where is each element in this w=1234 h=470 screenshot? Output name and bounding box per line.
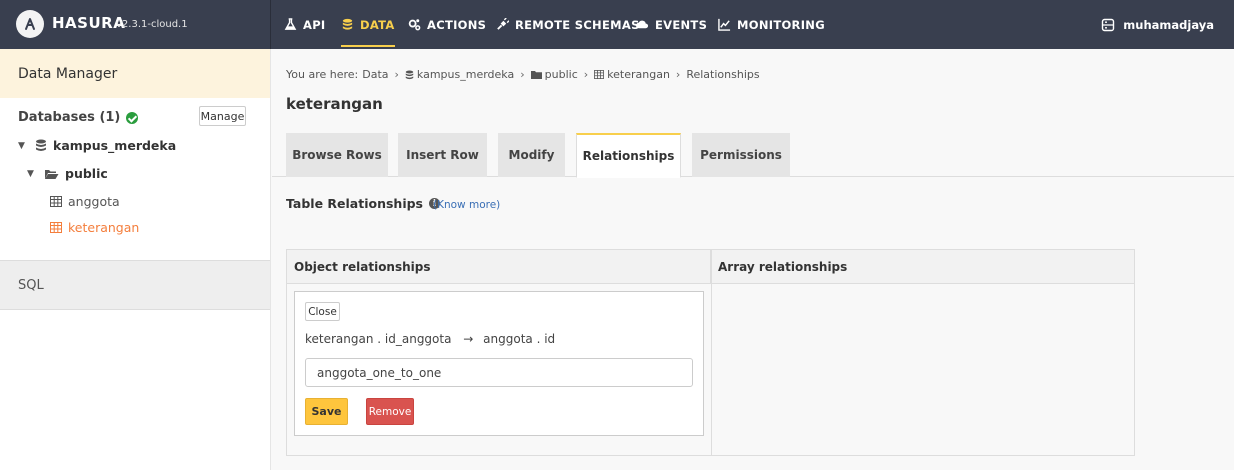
schema-name: public bbox=[65, 166, 108, 181]
arrow-right-icon: → bbox=[463, 332, 474, 346]
sql-link[interactable]: SQL bbox=[0, 260, 270, 310]
tree-item-schema[interactable]: ▼ public bbox=[27, 166, 108, 181]
nav-data[interactable]: DATA bbox=[341, 0, 395, 49]
plug-icon bbox=[497, 18, 509, 30]
tab-browse-rows[interactable]: Browse Rows bbox=[286, 133, 388, 177]
main-content: You are here: Data › kampus_merdeka › pu… bbox=[272, 49, 1234, 470]
nav-remote-schemas[interactable]: REMOTE SCHEMAS bbox=[496, 0, 640, 49]
mapping-from: keterangan . id_anggota bbox=[305, 332, 452, 346]
mapping-to: anggota . id bbox=[483, 332, 556, 346]
chevron-right-icon: › bbox=[675, 68, 681, 81]
brand-version: v2.3.1-cloud.1 bbox=[116, 19, 188, 30]
check-circle-icon bbox=[126, 111, 139, 124]
tab-modify[interactable]: Modify bbox=[498, 133, 565, 177]
brand[interactable]: HASURA v2.3.1-cloud.1 bbox=[0, 0, 271, 49]
chevron-down-icon: ▼ bbox=[27, 168, 34, 179]
top-navbar: HASURA v2.3.1-cloud.1 API DATA ACTIONS R… bbox=[0, 0, 1234, 49]
nav-remote-schemas-label: REMOTE SCHEMAS bbox=[515, 17, 640, 32]
know-more-link[interactable]: (Know more) bbox=[433, 199, 500, 211]
folder-icon bbox=[530, 71, 542, 79]
cogs-icon bbox=[408, 19, 421, 31]
table-relationships-heading: Table Relationships i bbox=[286, 196, 440, 211]
chevron-right-icon: › bbox=[394, 68, 399, 81]
breadcrumb-schema[interactable]: public bbox=[545, 68, 578, 81]
array-relationships-header: Array relationships bbox=[711, 250, 1134, 284]
save-button[interactable]: Save bbox=[305, 398, 348, 425]
section-title: Table Relationships bbox=[286, 196, 423, 211]
object-relationships-header: Object relationships bbox=[287, 250, 711, 284]
relationship-editor: Close keterangan . id_anggota → anggota … bbox=[294, 291, 704, 436]
nav-monitoring[interactable]: MONITORING bbox=[718, 0, 825, 49]
nav-data-label: DATA bbox=[360, 17, 395, 32]
cloud-icon bbox=[636, 20, 649, 29]
databases-label: Databases (1) bbox=[18, 110, 121, 125]
table-icon bbox=[50, 222, 62, 233]
nav-actions-label: ACTIONS bbox=[427, 17, 487, 32]
database-icon bbox=[405, 70, 414, 79]
nav-monitoring-label: MONITORING bbox=[737, 17, 825, 32]
breadcrumb-table[interactable]: keterangan bbox=[607, 68, 670, 81]
database-icon bbox=[342, 18, 353, 30]
tree-item-database[interactable]: ▼ kampus_merdeka bbox=[18, 138, 176, 153]
breadcrumb-current: Relationships bbox=[686, 68, 760, 81]
nav-actions[interactable]: ACTIONS bbox=[408, 0, 486, 49]
breadcrumb-database[interactable]: kampus_merdeka bbox=[417, 68, 514, 81]
table-name: keterangan bbox=[68, 220, 140, 235]
tab-permissions[interactable]: Permissions bbox=[692, 133, 790, 177]
page-title: keterangan bbox=[286, 95, 383, 113]
manage-button[interactable]: Manage bbox=[199, 106, 246, 126]
nav-api[interactable]: API bbox=[284, 0, 326, 49]
username: muhamadjaya bbox=[1123, 17, 1214, 32]
hasura-logo-icon bbox=[16, 10, 44, 38]
user-menu[interactable]: muhamadjaya bbox=[1101, 0, 1214, 49]
folder-open-icon bbox=[45, 169, 59, 179]
chevron-right-icon: › bbox=[583, 68, 589, 81]
table-icon bbox=[594, 70, 605, 79]
tab-relationships[interactable]: Relationships bbox=[576, 133, 681, 178]
nav-events[interactable]: EVENTS bbox=[636, 0, 707, 49]
chevron-down-icon: ▼ bbox=[18, 140, 25, 151]
breadcrumb: You are here: Data › kampus_merdeka › pu… bbox=[286, 68, 760, 81]
chevron-right-icon: › bbox=[520, 68, 525, 81]
relationships-table: Object relationships Array relationships… bbox=[286, 249, 1135, 456]
nav-events-label: EVENTS bbox=[655, 17, 708, 32]
remove-button[interactable]: Remove bbox=[366, 398, 414, 425]
data-manager-header[interactable]: Data Manager bbox=[0, 49, 270, 98]
tree-item-table-keterangan[interactable]: keterangan bbox=[50, 220, 139, 235]
user-avatar-icon bbox=[1102, 18, 1115, 31]
line-chart-icon bbox=[718, 18, 731, 31]
close-button[interactable]: Close bbox=[305, 302, 340, 321]
table-icon bbox=[50, 196, 62, 207]
brand-name: HASURA bbox=[52, 14, 126, 32]
relationship-mapping: keterangan . id_anggota → anggota . id bbox=[305, 332, 555, 346]
tree-item-table-anggota[interactable]: anggota bbox=[50, 194, 120, 209]
nav-api-label: API bbox=[303, 17, 326, 32]
sidebar: Data Manager Databases (1) Manage ▼ kamp… bbox=[0, 49, 271, 470]
database-icon bbox=[36, 139, 46, 151]
table-name: anggota bbox=[68, 194, 120, 209]
relationship-name-input[interactable]: anggota_one_to_one bbox=[305, 358, 693, 387]
databases-heading: Databases (1) bbox=[18, 110, 139, 125]
breadcrumb-prefix: You are here: bbox=[286, 68, 359, 81]
tab-bar: Browse Rows Insert Row Modify Relationsh… bbox=[272, 133, 1234, 178]
database-name: kampus_merdeka bbox=[53, 138, 177, 153]
flask-icon bbox=[284, 18, 297, 30]
breadcrumb-data[interactable]: Data bbox=[362, 68, 388, 81]
column-divider bbox=[711, 250, 712, 455]
tab-insert-row[interactable]: Insert Row bbox=[398, 133, 487, 177]
